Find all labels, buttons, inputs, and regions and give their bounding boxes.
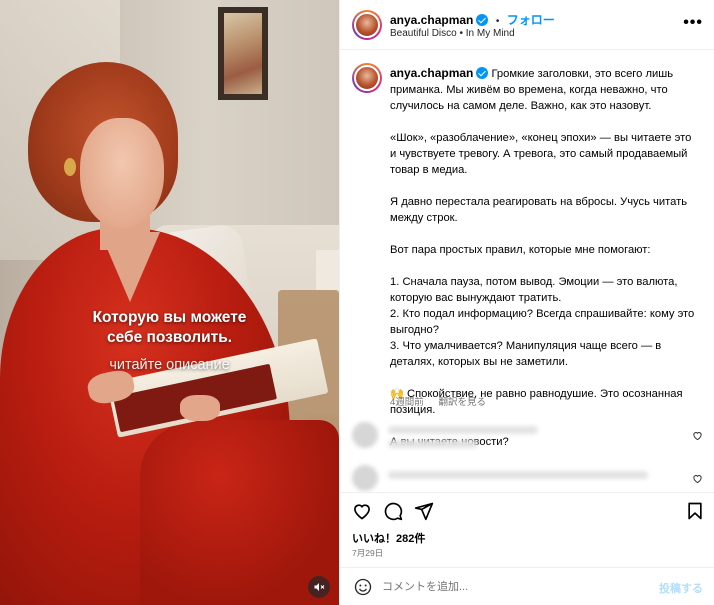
post-date[interactable]: 7月29日 xyxy=(352,547,383,559)
caption-paragraph: Вот пара простых правил, которые мне пом… xyxy=(390,244,651,256)
avatar xyxy=(352,465,378,491)
earring xyxy=(64,158,76,176)
time-ago: 4週間前 xyxy=(390,397,424,408)
like-count[interactable]: いいね！282件 xyxy=(352,530,425,546)
video-caption-line2: себе позволить. xyxy=(106,329,233,346)
comment-icon[interactable] xyxy=(383,501,403,521)
verified-badge-icon xyxy=(476,67,489,79)
avatar xyxy=(352,422,378,448)
avatar[interactable] xyxy=(352,10,382,40)
caption-paragraph: Я давно перестала реагировать на вбросы.… xyxy=(390,196,688,224)
post-comment-button[interactable]: 投稿する xyxy=(659,580,703,596)
caption-paragraph: «Шок», «разоблачение», «конец эпохи» — в… xyxy=(390,132,692,176)
follow-button[interactable]: フォロー xyxy=(507,13,555,27)
action-bar xyxy=(340,492,714,526)
header-username[interactable]: anya.chapman xyxy=(390,13,473,27)
heart-icon[interactable] xyxy=(692,430,703,441)
comment-input[interactable] xyxy=(382,577,642,597)
mute-icon xyxy=(314,583,325,591)
bookmark-icon[interactable] xyxy=(685,501,705,521)
comment-item xyxy=(340,420,714,460)
video-caption: Которую вы можете себе позволить. xyxy=(0,308,339,348)
caption-list: 1. Сначала пауза, потом вывод. Эмоции — … xyxy=(390,276,695,368)
woman-face xyxy=(80,118,164,228)
header-separator: • xyxy=(495,16,500,27)
more-options-button[interactable]: ••• xyxy=(683,14,703,32)
post-media[interactable]: Которую вы можете себе позволить. читайт… xyxy=(0,0,339,605)
heart-icon[interactable] xyxy=(692,473,703,484)
post-panel: anya.chapman • フォロー Beautiful Disco • In… xyxy=(339,0,714,605)
wall-picture xyxy=(218,7,268,100)
audio-info[interactable]: Beautiful Disco • In My Mind xyxy=(390,28,515,39)
emoji-icon[interactable] xyxy=(354,578,372,596)
post-header: anya.chapman • フォロー Beautiful Disco • In… xyxy=(340,0,714,50)
translate-link[interactable]: 翻訳を見る xyxy=(438,397,486,408)
caption-meta: 4週間前 翻訳を見る xyxy=(390,394,498,408)
caption-avatar[interactable] xyxy=(352,63,382,93)
heart-icon[interactable] xyxy=(352,501,372,521)
verified-badge-icon xyxy=(476,14,489,26)
video-caption-sub: читайте описание xyxy=(109,357,230,373)
share-icon[interactable] xyxy=(414,501,434,521)
comment-bar: 投稿する xyxy=(340,567,714,605)
caption-username[interactable]: anya.chapman xyxy=(390,66,473,80)
video-caption-line1: Которую вы можете xyxy=(92,309,247,326)
caption-area: anya.chapman Громкие заголовки, это всег… xyxy=(340,51,714,448)
mute-button[interactable] xyxy=(308,576,330,598)
